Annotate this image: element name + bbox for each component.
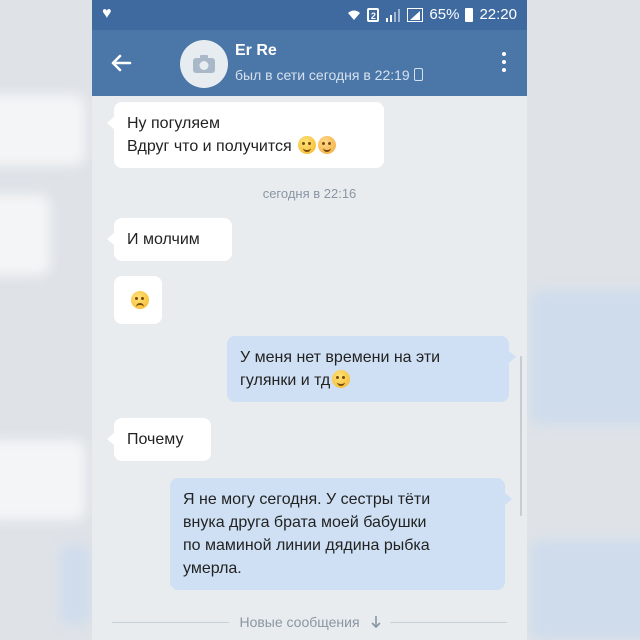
message-text: Вдруг что и получится — [127, 135, 371, 158]
smile-emoji-icon — [298, 136, 317, 154]
scrollbar[interactable] — [520, 356, 522, 516]
battery-percent: 65% — [429, 6, 460, 23]
camera-icon — [193, 55, 215, 73]
back-arrow-icon[interactable] — [106, 48, 136, 78]
avatar[interactable] — [180, 40, 228, 88]
message-bubble-outgoing[interactable]: Я не могу сегодня. У сестры тёти внука д… — [170, 478, 512, 590]
message-text: Почему — [127, 431, 184, 448]
message-text: по маминой линии дядина рыбка — [183, 537, 430, 554]
clock: 22:20 — [479, 6, 517, 23]
contact-status-text: был в сети сегодня в 22:19 — [235, 67, 410, 83]
sim-icon: 2 — [367, 7, 380, 22]
new-messages-label: Новые сообщения — [239, 614, 360, 630]
arrow-down-icon — [370, 616, 381, 629]
message-text: умерла. — [183, 560, 242, 577]
message-text-part: Вдруг что и получится — [127, 138, 292, 155]
contact-name[interactable]: Er Re — [235, 42, 277, 60]
contact-status: был в сети сегодня в 22:19 — [235, 67, 423, 83]
phone-screen: ♥ 2 65% 22:20 Er Re был в сети сегодня в… — [92, 0, 527, 640]
date-divider: сегодня в 22:16 — [262, 186, 357, 201]
wifi-icon — [348, 10, 361, 20]
blush-emoji-icon — [318, 136, 337, 154]
new-messages-divider: Новые сообщения — [112, 614, 508, 630]
message-text: гулянки и тд — [240, 369, 496, 392]
message-bubble-incoming[interactable]: И молчим — [107, 218, 232, 261]
message-bubble-incoming[interactable] — [114, 276, 162, 324]
signal-icon — [386, 8, 401, 22]
heart-icon: ♥ — [102, 5, 112, 22]
sad-emoji-icon — [131, 291, 149, 309]
message-text: И молчим — [127, 231, 200, 248]
message-text: Ну погуляем — [127, 115, 220, 132]
status-bar: ♥ 2 65% 22:20 — [92, 0, 527, 30]
battery-icon — [465, 7, 474, 22]
app-bar: Er Re был в сети сегодня в 22:19 — [92, 30, 527, 96]
signal-icon-2 — [407, 7, 424, 22]
message-bubble-incoming[interactable]: Ну погуляем Вдруг что и получится — [107, 102, 384, 168]
message-bubble-outgoing[interactable]: У меня нет времени на эти гулянки и тд — [227, 336, 516, 402]
chat-area[interactable]: Ну погуляем Вдруг что и получится сегодн… — [92, 96, 527, 640]
smile-emoji-icon — [332, 370, 351, 388]
message-text: У меня нет времени на эти — [240, 349, 441, 366]
message-text-part: гулянки и тд — [240, 372, 331, 389]
phone-icon — [413, 68, 423, 81]
more-vert-icon[interactable] — [501, 52, 507, 74]
message-text: внука друга брата моей бабушки — [183, 514, 427, 531]
message-text: Я не могу сегодня. У сестры тёти — [183, 491, 431, 508]
message-bubble-incoming[interactable]: Почему — [107, 418, 211, 461]
